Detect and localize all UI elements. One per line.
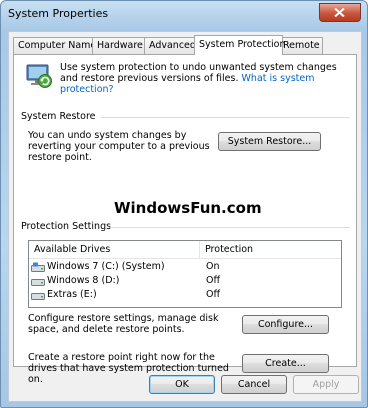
watermark-text: WindowsFun.com [114, 199, 262, 217]
drives-list[interactable]: Available Drives Protection Windows 7 (C… [28, 240, 342, 308]
dialog-footer: OK Cancel Apply [9, 369, 361, 401]
column-header-protection[interactable]: Protection [200, 241, 340, 258]
tab-hardware[interactable]: Hardware [92, 37, 145, 54]
drive-protection-status: On [206, 261, 220, 272]
cancel-button[interactable]: Cancel [221, 375, 287, 394]
drive-row[interactable]: Extras (E:) Off [29, 288, 341, 301]
dialog-client-area: Computer Name Hardware Advanced System P… [8, 31, 362, 402]
drive-row[interactable]: Windows 8 (D:) Off [29, 274, 341, 287]
system-restore-divider [101, 117, 350, 118]
apply-button[interactable]: Apply [293, 375, 359, 394]
system-restore-button[interactable]: System Restore... [218, 132, 321, 151]
title-bar[interactable]: System Properties [1, 1, 367, 27]
drive-icon [31, 279, 45, 286]
system-protection-panel: Use system protection to undo unwanted s… [13, 54, 357, 385]
drive-icon [31, 293, 45, 300]
configure-button[interactable]: Configure... [242, 315, 329, 334]
close-icon [334, 8, 345, 17]
protection-settings-heading: Protection Settings [21, 221, 112, 232]
drive-name: Windows 7 (C:) (System) [47, 261, 165, 272]
ok-button[interactable]: OK [149, 375, 215, 394]
system-restore-description: You can undo system changes by reverting… [28, 130, 210, 163]
drive-row[interactable]: Windows 7 (C:) (System) On [29, 260, 341, 273]
drive-name: Windows 8 (D:) [47, 275, 120, 286]
system-drive-icon [31, 262, 45, 272]
tab-system-protection[interactable]: System Protection [194, 35, 286, 55]
intro-text: Use system protection to undo unwanted s… [60, 62, 350, 95]
column-header-available-drives[interactable]: Available Drives [29, 241, 200, 258]
system-restore-heading: System Restore [21, 111, 96, 122]
header-divider [29, 258, 341, 259]
tab-advanced[interactable]: Advanced [144, 37, 199, 54]
protection-settings-divider [110, 227, 350, 228]
window-title: System Properties [8, 7, 109, 20]
system-properties-window: System Properties Computer Name Hardware… [0, 0, 368, 408]
system-protection-icon [26, 64, 52, 88]
drive-protection-status: Off [206, 289, 221, 300]
configure-description: Configure restore settings, manage disk … [28, 313, 219, 335]
tab-computer-name[interactable]: Computer Name [13, 37, 96, 54]
drive-name: Extras (E:) [47, 289, 97, 300]
drive-protection-status: Off [206, 275, 221, 286]
close-button[interactable] [319, 3, 361, 22]
